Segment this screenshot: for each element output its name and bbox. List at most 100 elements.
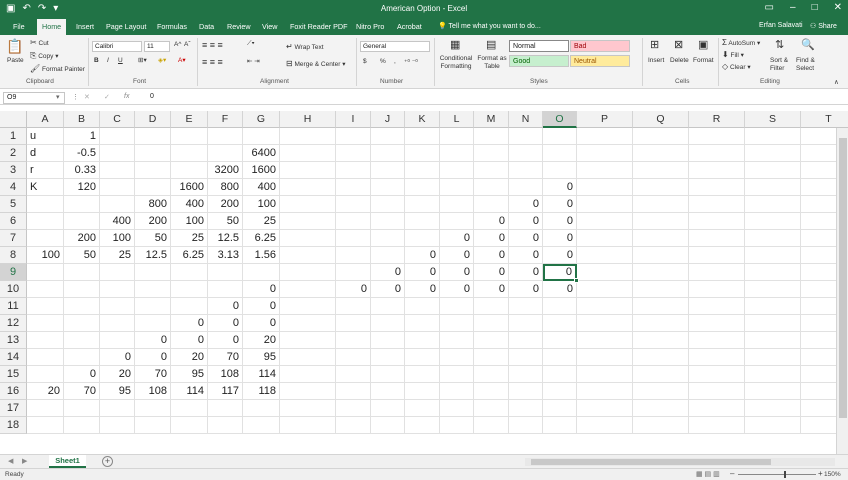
find-select-icon[interactable]: 🔍 xyxy=(801,38,815,51)
cell-d6[interactable]: 200 xyxy=(135,213,171,230)
cell-n6[interactable]: 0 xyxy=(509,213,543,230)
column-header-t[interactable]: T xyxy=(801,111,848,128)
cell-o6[interactable]: 0 xyxy=(543,213,577,230)
cell-c8[interactable]: 25 xyxy=(100,247,135,264)
insert-function-icon[interactable]: fx xyxy=(124,93,129,100)
column-header-r[interactable]: R xyxy=(689,111,745,128)
cell-c14[interactable]: 0 xyxy=(100,349,135,366)
cell-b7[interactable]: 200 xyxy=(64,230,100,247)
row-header-13[interactable]: 13 xyxy=(0,332,27,349)
cell-b1[interactable]: 1 xyxy=(64,128,100,145)
cell-d7[interactable]: 50 xyxy=(135,230,171,247)
cancel-icon[interactable]: ✕ xyxy=(84,93,90,101)
cell-o7[interactable]: 0 xyxy=(543,230,577,247)
row-header-14[interactable]: 14 xyxy=(0,349,27,366)
autosum-button[interactable]: Σ AutoSum ▾ xyxy=(722,38,760,47)
name-box-dropdown-icon[interactable]: ▾ xyxy=(56,93,60,101)
prev-sheet-icon[interactable]: ◀ xyxy=(8,457,13,465)
cell-d15[interactable]: 70 xyxy=(135,366,171,383)
cell-n7[interactable]: 0 xyxy=(509,230,543,247)
find-select-button[interactable]: Find & Select xyxy=(796,57,824,73)
ribbon-display-icon[interactable]: ▭ xyxy=(765,2,774,13)
insert-cells-button[interactable]: Insert xyxy=(648,57,664,64)
cell-e16[interactable]: 114 xyxy=(171,383,208,400)
cell-b3[interactable]: 0.33 xyxy=(64,162,100,179)
column-header-c[interactable]: C xyxy=(100,111,135,128)
share-button[interactable]: ⚇ Share xyxy=(810,22,837,30)
row-header-7[interactable]: 7 xyxy=(0,230,27,247)
row-header-12[interactable]: 12 xyxy=(0,315,27,332)
cell-f7[interactable]: 12.5 xyxy=(208,230,243,247)
conditional-formatting-icon[interactable]: ▦ xyxy=(450,38,460,51)
cell-o8[interactable]: 0 xyxy=(543,247,577,264)
style-normal[interactable]: Normal xyxy=(509,40,569,52)
column-header-l[interactable]: L xyxy=(440,111,474,128)
column-header-d[interactable]: D xyxy=(135,111,171,128)
cell-f5[interactable]: 200 xyxy=(208,196,243,213)
zoom-slider[interactable] xyxy=(738,474,816,475)
row-header-11[interactable]: 11 xyxy=(0,298,27,315)
tab-nitro-pro[interactable]: Nitro Pro xyxy=(356,22,384,31)
cell-f6[interactable]: 50 xyxy=(208,213,243,230)
cell-f3[interactable]: 3200 xyxy=(208,162,243,179)
column-header-q[interactable]: Q xyxy=(633,111,689,128)
minimize-icon[interactable]: – xyxy=(790,2,796,13)
cell-o5[interactable]: 0 xyxy=(543,196,577,213)
tab-review[interactable]: Review xyxy=(227,22,251,31)
style-neutral[interactable]: Neutral xyxy=(570,55,630,67)
grow-font-icon[interactable]: A^ xyxy=(174,41,181,48)
cell-g12[interactable]: 0 xyxy=(243,315,280,332)
cell-b15[interactable]: 0 xyxy=(64,366,100,383)
cell-g8[interactable]: 1.56 xyxy=(243,247,280,264)
cell-e13[interactable]: 0 xyxy=(171,332,208,349)
row-header-8[interactable]: 8 xyxy=(0,247,27,264)
cell-f13[interactable]: 0 xyxy=(208,332,243,349)
insert-cells-icon[interactable]: ⊞ xyxy=(650,38,659,51)
close-icon[interactable]: ✕ xyxy=(834,2,842,13)
delete-cells-icon[interactable]: ⊠ xyxy=(674,38,683,51)
cell-n8[interactable]: 0 xyxy=(509,247,543,264)
number-format-select[interactable]: General xyxy=(360,41,430,52)
percent-button[interactable]: % xyxy=(380,58,386,65)
cell-a1[interactable]: u xyxy=(27,128,64,145)
comma-button[interactable]: , xyxy=(394,58,396,65)
cell-b2[interactable]: -0.5 xyxy=(64,145,100,162)
cell-o9[interactable]: 0 xyxy=(543,264,577,281)
font-name-select[interactable]: Calibri xyxy=(92,41,142,52)
cell-e5[interactable]: 400 xyxy=(171,196,208,213)
row-header-1[interactable]: 1 xyxy=(0,128,27,145)
tab-page-layout[interactable]: Page Layout xyxy=(106,22,146,31)
column-header-h[interactable]: H xyxy=(280,111,336,128)
row-header-3[interactable]: 3 xyxy=(0,162,27,179)
merge-center-button[interactable]: ⊟ Merge & Center ▾ xyxy=(286,59,345,68)
cell-k10[interactable]: 0 xyxy=(405,281,440,298)
cell-n10[interactable]: 0 xyxy=(509,281,543,298)
cell-m7[interactable]: 0 xyxy=(474,230,509,247)
cell-g11[interactable]: 0 xyxy=(243,298,280,315)
cell-i10[interactable]: 0 xyxy=(336,281,371,298)
enter-icon[interactable]: ✓ xyxy=(104,93,110,101)
zoom-slider-handle[interactable] xyxy=(784,471,786,478)
column-header-e[interactable]: E xyxy=(171,111,208,128)
cell-o4[interactable]: 0 xyxy=(543,179,577,196)
format-as-table-button[interactable]: Format as Table xyxy=(476,55,508,71)
column-header-m[interactable]: M xyxy=(474,111,509,128)
cell-m6[interactable]: 0 xyxy=(474,213,509,230)
cell-b4[interactable]: 120 xyxy=(64,179,100,196)
zoom-level[interactable]: 150% xyxy=(824,471,841,478)
add-sheet-button[interactable]: + xyxy=(102,456,113,467)
underline-button[interactable]: U xyxy=(118,57,123,64)
row-header-4[interactable]: 4 xyxy=(0,179,27,196)
format-cells-button[interactable]: Format xyxy=(693,57,714,64)
copy-button[interactable]: ⎘ Copy ▾ xyxy=(30,51,58,61)
tab-insert[interactable]: Insert xyxy=(76,22,94,31)
italic-button[interactable]: I xyxy=(107,57,109,64)
cell-a8[interactable]: 100 xyxy=(27,247,64,264)
cell-a16[interactable]: 20 xyxy=(27,383,64,400)
cell-e8[interactable]: 6.25 xyxy=(171,247,208,264)
conditional-formatting-button[interactable]: Conditional Formatting xyxy=(438,55,474,71)
format-as-table-icon[interactable]: ▤ xyxy=(486,38,496,51)
decimal-icon[interactable]: ⁺⁰ ⁻⁰ xyxy=(404,58,418,66)
cell-g14[interactable]: 95 xyxy=(243,349,280,366)
cell-d16[interactable]: 108 xyxy=(135,383,171,400)
